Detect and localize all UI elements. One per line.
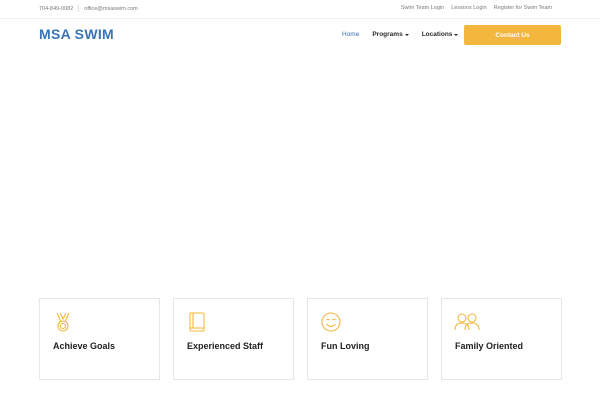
lessons-login-link[interactable]: Lessons Login [451, 5, 486, 11]
hero-banner [0, 51, 600, 281]
smile-icon [321, 312, 341, 332]
top-bar: 704-849-0082 office@msaswim.com Swim Tea… [0, 0, 600, 19]
nav-programs[interactable]: Programs [372, 31, 409, 38]
feature-title: Fun Loving [321, 341, 370, 351]
nav-locations[interactable]: Locations [422, 31, 459, 38]
swim-team-login-link[interactable]: Swim Team Login [401, 5, 444, 11]
nav-locations-label: Locations [421, 31, 453, 38]
nav-home[interactable]: Home [342, 31, 359, 38]
main-nav: Home Programs Locations [342, 31, 471, 38]
divider [78, 5, 80, 12]
feature-title: Experienced Staff [187, 341, 264, 351]
feature-card-family-oriented: Family Oriented [441, 298, 562, 380]
email-address[interactable]: office@msaswim.com [84, 6, 137, 12]
register-swim-team-link[interactable]: Register for Swim Team [494, 5, 552, 11]
chevron-down-icon [454, 34, 459, 36]
feature-card-achieve-goals: Achieve Goals [39, 298, 160, 380]
top-links: Swim Team Login Lessons Login Register f… [401, 5, 552, 11]
feature-card-experienced-staff: Experienced Staff [173, 298, 294, 380]
site-header: MSA SWIM Home Programs Locations Contact… [0, 19, 600, 51]
feature-title: Achieve Goals [53, 341, 116, 351]
chevron-down-icon [404, 34, 409, 36]
nav-programs-label: Programs [372, 31, 403, 38]
family-icon [454, 313, 480, 331]
site-logo[interactable]: MSA SWIM [39, 26, 114, 42]
medal-icon [56, 312, 70, 332]
contact-info: 704-849-0082 office@msaswim.com [39, 5, 138, 12]
book-icon [189, 312, 205, 332]
nav-home-label: Home [342, 31, 360, 38]
contact-us-button[interactable]: Contact Us [464, 25, 561, 45]
feature-title: Family Oriented [455, 341, 524, 351]
phone-number[interactable]: 704-849-0082 [39, 6, 73, 12]
feature-card-fun-loving: Fun Loving [307, 298, 428, 380]
feature-cards: Achieve Goals Experienced Staff Fun Lovi… [39, 298, 562, 380]
